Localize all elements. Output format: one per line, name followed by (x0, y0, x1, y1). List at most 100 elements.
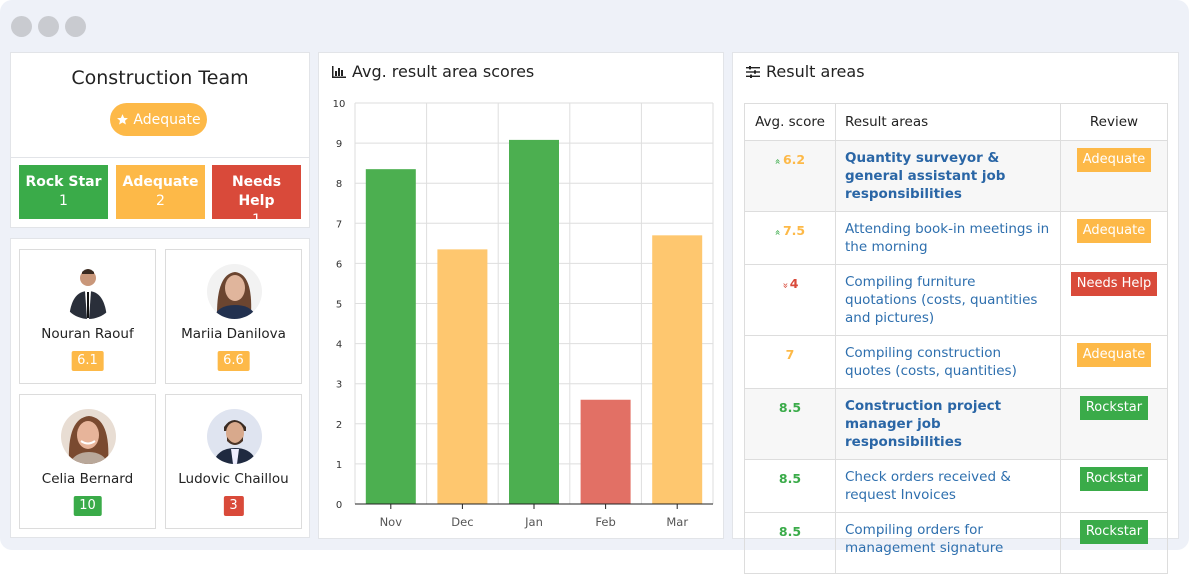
bar-dec (437, 249, 488, 504)
double-chevron-up-icon: » (772, 158, 784, 165)
avg-score-value: 4 (789, 276, 799, 291)
table-row[interactable]: »4 Compiling furniture quotations (costs,… (744, 264, 1168, 336)
avg-score-cell: 7 (744, 335, 836, 389)
review-cell: Rockstar (1060, 388, 1168, 460)
review-cell: Needs Help (1060, 264, 1168, 336)
double-chevron-up-icon: » (772, 229, 784, 236)
stat-adequate[interactable]: Adequate 2 (116, 165, 205, 219)
member-name: Celia Bernard (41, 471, 134, 487)
chart-panel-title: Avg. result area scores (332, 62, 534, 81)
avg-score-cell: »4 (744, 264, 836, 336)
result-area-link[interactable]: Compiling orders for management signatur… (835, 512, 1061, 574)
y-tick-label: 7 (336, 219, 342, 230)
review-badge[interactable]: Adequate (1076, 219, 1152, 243)
review-badge[interactable]: Rockstar (1079, 520, 1149, 544)
column-header-review[interactable]: Review (1060, 103, 1168, 141)
y-tick-label: 2 (336, 420, 342, 431)
star-icon (117, 114, 129, 125)
y-tick-label: 8 (336, 179, 342, 190)
y-tick-label: 5 (336, 300, 342, 311)
stat-count: 2 (156, 193, 165, 209)
table-row[interactable]: 8.5 Construction project manager job resp… (744, 388, 1168, 460)
table-row[interactable]: 7 Compiling construction quotes (costs, q… (744, 335, 1168, 389)
table-row[interactable]: »7.5 Attending book-in meetings in the mo… (744, 211, 1168, 265)
result-area-link[interactable]: Compiling furniture quotations (costs, q… (835, 264, 1061, 336)
x-tick-label: Dec (451, 515, 473, 529)
result-areas-table: Avg. score Result areas Review »6.2 Quant… (744, 103, 1168, 574)
avg-score-value: 8.5 (778, 471, 802, 486)
review-badge[interactable]: Rockstar (1079, 396, 1149, 420)
window-controls (11, 16, 86, 37)
y-tick-label: 6 (336, 259, 342, 270)
stat-count: 1 (252, 212, 261, 228)
app-window: Construction Team Adequate Rock Star 1 A… (0, 0, 1189, 574)
bar-feb (580, 399, 631, 504)
window-dot-maximize[interactable] (65, 16, 86, 37)
result-area-link[interactable]: Quantity surveyor & general assistant jo… (835, 140, 1061, 212)
team-status-badge: Adequate (110, 103, 207, 136)
member-card[interactable]: Celia Bernard 10 (19, 394, 156, 529)
avg-score-cell: 8.5 (744, 512, 836, 574)
member-card[interactable]: Nouran Raouf 6.1 (19, 249, 156, 384)
column-header-avg-score[interactable]: Avg. score (744, 103, 836, 141)
chart-panel: 0 1 2 3 4 5 6 7 8 9 10 Nov Dec Jan Feb Mar Avg. result … (318, 52, 724, 539)
member-card[interactable]: Mariia Danilova 6.6 (165, 249, 302, 384)
member-card[interactable]: Ludovic Chaillou 3 (165, 394, 302, 529)
x-tick-label: Nov (380, 515, 403, 529)
divider (11, 157, 309, 158)
table-row[interactable]: 8.5 Check orders received & request Invoi… (744, 459, 1168, 513)
member-name: Ludovic Chaillou (178, 471, 289, 487)
x-tick-label: Jan (524, 515, 543, 529)
team-name: Construction Team (71, 67, 249, 89)
avatar (61, 409, 116, 464)
member-name: Nouran Raouf (41, 326, 134, 342)
avg-score-value: 8.5 (778, 400, 802, 415)
double-chevron-down-icon: » (779, 282, 791, 289)
review-cell: Adequate (1060, 140, 1168, 212)
review-cell: Rockstar (1060, 512, 1168, 574)
x-tick-label: Feb (595, 515, 615, 529)
result-area-link[interactable]: Attending book-in meetings in the mornin… (835, 211, 1061, 265)
review-badge[interactable]: Adequate (1076, 148, 1152, 172)
avg-score-value: 7 (785, 347, 795, 362)
member-score-badge: 10 (73, 496, 102, 516)
column-header-result-areas[interactable]: Result areas (835, 103, 1061, 141)
review-cell: Rockstar (1060, 459, 1168, 513)
stat-needs-help[interactable]: Needs Help 1 (212, 165, 301, 228)
avg-score-cell: 8.5 (744, 459, 836, 513)
review-badge[interactable]: Adequate (1076, 343, 1152, 367)
review-badge[interactable]: Needs Help (1070, 272, 1158, 296)
avg-score-value: 7.5 (782, 223, 806, 238)
team-status-label: Adequate (133, 111, 201, 128)
review-badge[interactable]: Rockstar (1079, 467, 1149, 491)
table-row[interactable]: »6.2 Quantity surveyor & general assistan… (744, 140, 1168, 212)
x-tick-label: Mar (666, 515, 688, 529)
window-dot-minimize[interactable] (38, 16, 59, 37)
member-score-badge: 6.6 (217, 351, 250, 371)
avg-score-cell: »6.2 (744, 140, 836, 212)
team-members-panel: Nouran Raouf 6.1 Mariia Danilova 6.6 Cel… (10, 238, 310, 538)
table-row[interactable]: 8.5 Compiling orders for management signa… (744, 512, 1168, 574)
window-dot-close[interactable] (11, 16, 32, 37)
y-tick-label: 1 (336, 460, 342, 471)
y-tick-label: 10 (333, 99, 346, 110)
areas-panel-title: Result areas (746, 62, 865, 81)
bar-jan (509, 139, 559, 504)
result-area-link[interactable]: Compiling construction quotes (costs, qu… (835, 335, 1061, 389)
y-tick-label: 0 (336, 500, 342, 511)
stat-count: 1 (59, 193, 68, 209)
y-tick-label: 3 (336, 380, 342, 391)
avatar (61, 264, 116, 319)
bar-nov (365, 169, 416, 504)
result-area-link[interactable]: Construction project manager job respons… (835, 388, 1061, 460)
stat-rock-star[interactable]: Rock Star 1 (19, 165, 108, 219)
member-score-badge: 3 (223, 496, 244, 516)
avg-score-cell: 8.5 (744, 388, 836, 460)
member-name: Mariia Danilova (181, 326, 286, 342)
y-tick-label: 4 (336, 340, 342, 351)
member-score-badge: 6.1 (71, 351, 104, 371)
review-cell: Adequate (1060, 211, 1168, 265)
result-area-link[interactable]: Check orders received & request Invoices (835, 459, 1061, 513)
table-header-row: Avg. score Result areas Review (744, 103, 1168, 141)
stat-label: Needs Help (231, 174, 282, 209)
